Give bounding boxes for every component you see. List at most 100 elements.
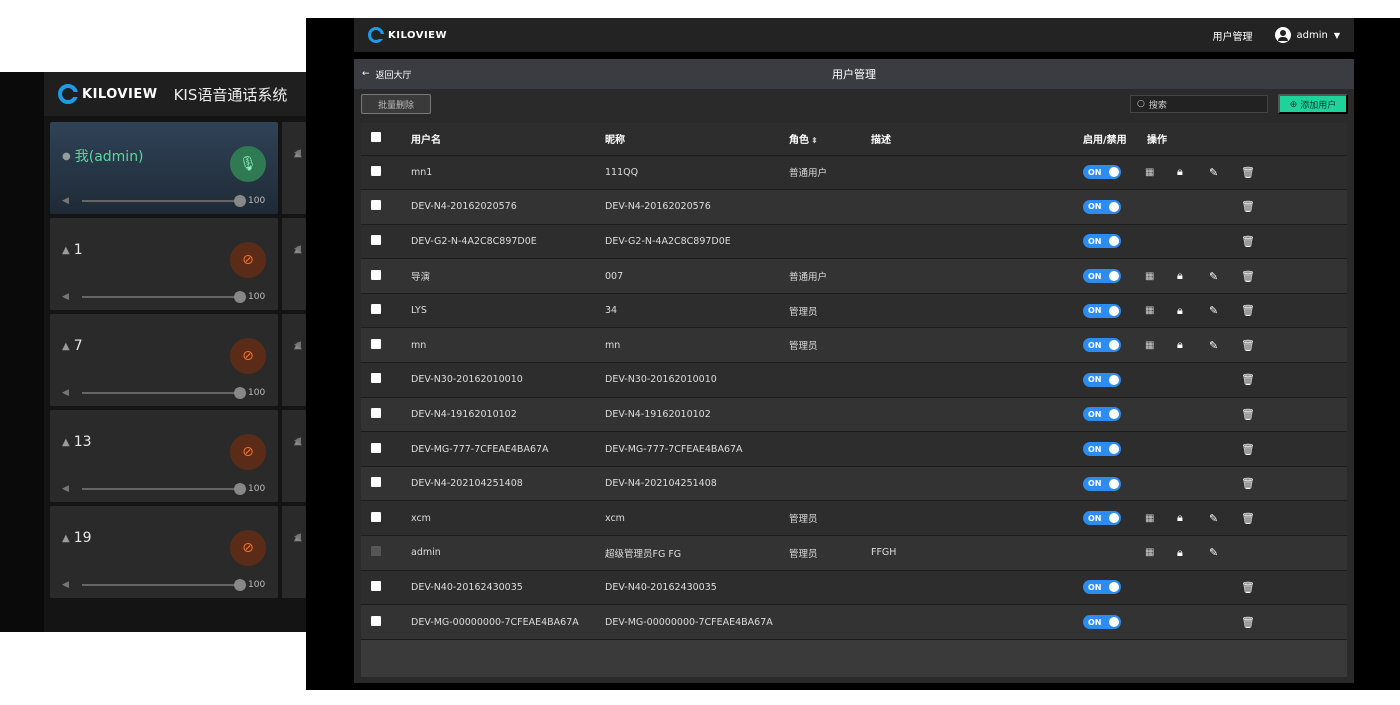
- mic-muted-icon[interactable]: ⊘: [230, 242, 266, 278]
- table-row[interactable]: DEV-N4-202104251408 DEV-N4-202104251408 ON…: [361, 466, 1347, 502]
- delete-icon[interactable]: 🗑︎: [1241, 304, 1273, 317]
- row-checkbox[interactable]: [371, 165, 381, 176]
- edit-icon[interactable]: ✎: [1209, 512, 1241, 525]
- enable-toggle[interactable]: ON: [1083, 615, 1121, 630]
- row-checkbox[interactable]: [371, 234, 381, 245]
- edit-icon[interactable]: ✎: [1209, 166, 1241, 179]
- volume-knob[interactable]: [234, 195, 246, 207]
- enable-toggle[interactable]: ON: [1083, 199, 1121, 214]
- delete-icon[interactable]: 🗑︎: [1241, 166, 1273, 179]
- volume-knob[interactable]: [234, 579, 246, 591]
- table-row[interactable]: admin 超级管理员FG FG 管理员 FFGH ▦ 🔒︎ ✎: [361, 535, 1347, 571]
- delete-icon[interactable]: 🗑︎: [1241, 408, 1273, 421]
- lock-icon[interactable]: 🔒︎: [1177, 338, 1209, 352]
- table-row[interactable]: DEV-N4-19162010102 DEV-N4-19162010102 ON 🗑︎: [361, 397, 1347, 433]
- delete-icon[interactable]: 🗑︎: [1241, 443, 1273, 456]
- table-row[interactable]: 导演 007 普通用户 ON ▦ 🔒︎ ✎ 🗑︎: [361, 258, 1347, 294]
- row-checkbox[interactable]: [371, 615, 381, 626]
- enable-toggle[interactable]: ON: [1083, 407, 1121, 422]
- row-checkbox[interactable]: [371, 200, 381, 211]
- mic-icon[interactable]: 🎙: [230, 146, 266, 182]
- table-row[interactable]: mn1 111QQ 普通用户 ON ▦ 🔒︎ ✎ 🗑︎: [361, 155, 1347, 191]
- volume-knob[interactable]: [234, 483, 246, 495]
- kiloview-logo[interactable]: KILOVIEW: [368, 27, 447, 43]
- volume-slider[interactable]: [82, 291, 246, 303]
- row-checkbox[interactable]: [371, 304, 381, 315]
- row-checkbox[interactable]: [371, 373, 381, 384]
- col-role[interactable]: 角色 ⬍: [787, 123, 871, 156]
- table-row[interactable]: DEV-MG-777-7CFEAE4BA67A DEV-MG-777-7CFEAE…: [361, 431, 1347, 467]
- row-checkbox[interactable]: [371, 338, 381, 349]
- enable-toggle[interactable]: ON: [1083, 234, 1121, 249]
- qr-code-icon[interactable]: ▦: [1145, 547, 1177, 558]
- lock-icon[interactable]: 🔒︎: [1177, 269, 1209, 283]
- qr-code-icon[interactable]: ▦: [1145, 271, 1177, 282]
- row-checkbox[interactable]: [371, 580, 381, 591]
- table-row[interactable]: xcm xcm 管理员 ON ▦ 🔒︎ ✎ 🗑︎: [361, 500, 1347, 537]
- enable-toggle[interactable]: ON: [1083, 580, 1121, 595]
- batch-delete-button[interactable]: 批量删除: [361, 94, 431, 114]
- edit-icon[interactable]: ✎: [1209, 339, 1241, 352]
- intercom-card[interactable]: ▲ 7 ⊘ ◀ 100: [50, 314, 278, 406]
- volume-slider[interactable]: [82, 387, 246, 399]
- select-all-checkbox[interactable]: [371, 132, 381, 143]
- user-management-menu[interactable]: 用户管理: [1213, 28, 1253, 43]
- volume-slider[interactable]: [82, 195, 246, 207]
- row-checkbox[interactable]: [371, 511, 381, 522]
- lock-icon[interactable]: 🔒︎: [1177, 165, 1209, 179]
- enable-toggle[interactable]: ON: [1083, 165, 1121, 180]
- intercom-card[interactable]: ▲ 19 ⊘ ◀ 100: [50, 506, 278, 598]
- add-user-button[interactable]: ⊕ 添加用户: [1278, 94, 1348, 114]
- row-checkbox[interactable]: [371, 407, 381, 418]
- edit-icon[interactable]: ✎: [1209, 270, 1241, 283]
- lock-icon[interactable]: 🔒︎: [1177, 511, 1209, 525]
- intercom-card[interactable]: ▲ 1 ⊘ ◀ 100: [50, 218, 278, 310]
- account-menu[interactable]: admin ▼: [1274, 27, 1340, 43]
- table-row[interactable]: DEV-G2-N-4A2C8C897D0E DEV-G2-N-4A2C8C897D…: [361, 224, 1347, 260]
- enable-toggle[interactable]: ON: [1083, 442, 1121, 457]
- row-checkbox[interactable]: [371, 269, 381, 280]
- lock-icon[interactable]: 🔒︎: [1177, 546, 1209, 560]
- volume-knob[interactable]: [234, 291, 246, 303]
- delete-icon[interactable]: 🗑︎: [1241, 512, 1273, 525]
- table-row[interactable]: LYS 34 管理员 ON ▦ 🔒︎ ✎ 🗑︎: [361, 293, 1347, 329]
- table-row[interactable]: DEV-N40-20162430035 DEV-N40-20162430035 ON…: [361, 570, 1347, 606]
- enable-toggle[interactable]: ON: [1083, 338, 1121, 353]
- intercom-card[interactable]: ▲ 13 ⊘ ◀ 100: [50, 410, 278, 502]
- table-row[interactable]: DEV-MG-00000000-7CFEAE4BA67A DEV-MG-00000…: [361, 604, 1347, 640]
- delete-icon[interactable]: 🗑︎: [1241, 200, 1273, 213]
- qr-code-icon[interactable]: ▦: [1145, 340, 1177, 351]
- enable-toggle[interactable]: ON: [1083, 269, 1121, 284]
- sort-icon[interactable]: ⬍: [811, 136, 818, 145]
- mic-muted-icon[interactable]: ⊘: [230, 338, 266, 374]
- volume-knob[interactable]: [234, 387, 246, 399]
- delete-icon[interactable]: 🗑︎: [1241, 235, 1273, 248]
- table-row[interactable]: DEV-N4-20162020576 DEV-N4-20162020576 ON 🗑︎: [361, 189, 1347, 225]
- delete-icon[interactable]: 🗑︎: [1241, 270, 1273, 283]
- delete-icon[interactable]: 🗑︎: [1241, 339, 1273, 352]
- table-row[interactable]: mn mn 管理员 ON ▦ 🔒︎ ✎ 🗑︎: [361, 327, 1347, 364]
- delete-icon[interactable]: 🗑︎: [1241, 373, 1273, 386]
- mic-muted-icon[interactable]: ⊘: [230, 434, 266, 470]
- row-checkbox[interactable]: [371, 477, 381, 488]
- back-to-lobby-link[interactable]: ← 返回大厅: [362, 68, 412, 81]
- qr-code-icon[interactable]: ▦: [1145, 167, 1177, 178]
- delete-icon[interactable]: 🗑︎: [1241, 477, 1273, 490]
- volume-slider[interactable]: [82, 579, 246, 591]
- intercom-card[interactable]: ● 我(admin) 🎙 ◀ 100: [50, 122, 278, 214]
- mic-muted-icon[interactable]: ⊘: [230, 530, 266, 566]
- qr-code-icon[interactable]: ▦: [1145, 305, 1177, 316]
- qr-code-icon[interactable]: ▦: [1145, 513, 1177, 524]
- delete-icon[interactable]: 🗑︎: [1241, 581, 1273, 594]
- volume-slider[interactable]: [82, 483, 246, 495]
- delete-icon[interactable]: 🗑︎: [1241, 616, 1273, 629]
- enable-toggle[interactable]: ON: [1083, 511, 1121, 526]
- lock-icon[interactable]: 🔒︎: [1177, 304, 1209, 318]
- search-input[interactable]: ○ 搜索: [1130, 95, 1268, 113]
- enable-toggle[interactable]: ON: [1083, 476, 1121, 491]
- edit-icon[interactable]: ✎: [1209, 546, 1241, 559]
- table-row[interactable]: DEV-N30-20162010010 DEV-N30-20162010010 ON…: [361, 362, 1347, 398]
- enable-toggle[interactable]: ON: [1083, 303, 1121, 318]
- edit-icon[interactable]: ✎: [1209, 304, 1241, 317]
- row-checkbox[interactable]: [371, 442, 381, 453]
